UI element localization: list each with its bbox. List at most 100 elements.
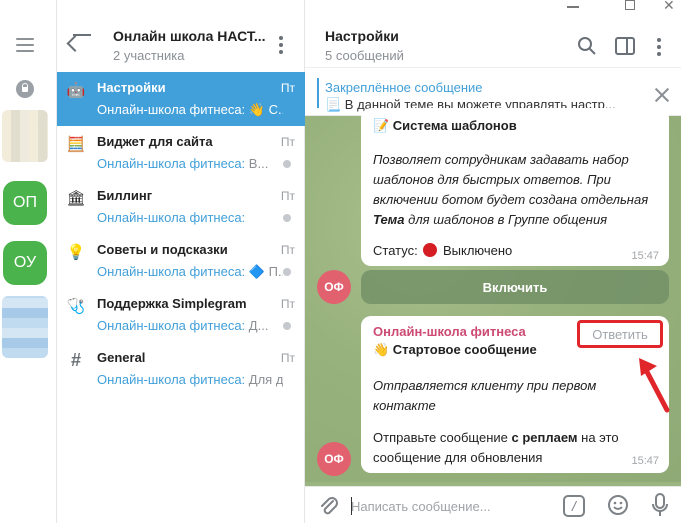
robot-icon: 🤖	[66, 82, 86, 99]
topic-preview: Онлайн-школа фитнеса: 👋 С...	[97, 102, 283, 118]
message-line: включении ботом будет создана отдельная	[373, 192, 649, 207]
hash-icon: #	[70, 349, 81, 370]
attach-icon[interactable]	[319, 495, 339, 517]
status-line: Статус: Выключено	[373, 243, 512, 258]
sidebar-header: Онлайн школа НАСТ... 2 участника	[57, 0, 305, 68]
topic-date: Пт	[280, 297, 295, 311]
message-bubble: Онлайн-школа фитнеса Ответить 👋 Стартово…	[361, 316, 669, 473]
topic-name: Настройки	[97, 80, 166, 95]
folders-rail: ОП ОУ	[0, 0, 57, 523]
message-title: 📝 Система шаблонов	[373, 118, 517, 133]
preview-text: Д...	[248, 318, 269, 333]
preview-sender: Онлайн-школа фитнеса:	[97, 102, 249, 117]
topic-date: Пт	[280, 351, 295, 365]
topic-item[interactable]: 🧮 Виджет для сайта Пт Онлайн-школа фитне…	[57, 126, 305, 180]
topic-item[interactable]: 💡 Советы и подсказки Пт Онлайн-школа фит…	[57, 234, 305, 288]
stethoscope-icon: 🩺	[66, 298, 86, 315]
unread-dot	[283, 214, 291, 222]
topic-date: Пт	[280, 243, 295, 257]
message-composer: /	[305, 486, 681, 523]
emoji-icon[interactable]	[607, 494, 629, 516]
message-time: 15:47	[631, 455, 659, 467]
topic-date: Пт	[280, 135, 295, 149]
group-title[interactable]: Онлайн школа НАСТ...	[113, 28, 266, 44]
back-arrow-icon[interactable]	[73, 34, 91, 36]
chat-more-icon[interactable]	[657, 38, 661, 56]
close-window-icon[interactable]: ✕	[663, 0, 675, 14]
minimize-icon[interactable]	[567, 6, 579, 8]
chat-panel: ✕ Настройки 5 сообщений Закреплённое соо…	[305, 0, 681, 523]
unread-dot	[283, 268, 291, 276]
unread-dot	[283, 160, 291, 168]
avatar[interactable]: ОФ	[317, 442, 351, 476]
window-titlebar: ✕	[305, 0, 681, 14]
topic-preview: Онлайн-школа фитнеса: Д...	[97, 318, 283, 333]
status-label: Статус:	[373, 243, 418, 258]
message-line: контакте	[373, 398, 436, 413]
group-members-count: 2 участника	[113, 48, 185, 63]
pinned-label: Закреплённое сообщение	[325, 80, 483, 95]
message-sender[interactable]: Онлайн-школа фитнеса	[373, 324, 526, 339]
more-icon[interactable]	[279, 36, 283, 54]
message-line: Позволяет сотрудникам задавать набор	[373, 152, 629, 167]
message-line: Тема для шаблонов в Группе общения	[373, 212, 607, 227]
bank-icon: 🏛	[66, 190, 86, 207]
folder-ou[interactable]: ОУ	[3, 241, 47, 285]
chat-subtitle: 5 сообщений	[325, 48, 404, 63]
message-bold: с реплаем	[511, 430, 578, 445]
preview-text: 👋 С...	[248, 102, 283, 117]
topic-name: Поддержка Simplegram	[97, 296, 247, 311]
topic-date: Пт	[280, 81, 295, 95]
preview-sender: Онлайн-школа фитнеса:	[97, 264, 249, 279]
folder-op[interactable]: ОП	[3, 181, 47, 225]
close-pinned-icon[interactable]	[654, 87, 670, 103]
chat-header: Настройки 5 сообщений	[305, 14, 681, 68]
avatar[interactable]: ОФ	[317, 270, 351, 304]
preview-sender: Онлайн-школа фитнеса:	[97, 372, 249, 387]
topic-item[interactable]: # General Пт Онлайн-школа фитнеса: Для д…	[57, 342, 305, 396]
unread-dot	[283, 322, 291, 330]
topics-sidebar: Онлайн школа НАСТ... 2 участника 🤖 Настр…	[57, 0, 305, 523]
topic-name: General	[97, 350, 146, 365]
reply-button[interactable]: Ответить	[577, 320, 663, 348]
message-line: Отправляется клиенту при первом	[373, 378, 597, 393]
topic-preview: Онлайн-школа фитнеса: В...	[97, 156, 283, 171]
preview-text: Для д...	[248, 372, 283, 387]
red-circle-icon	[423, 243, 438, 257]
menu-icon[interactable]	[16, 38, 34, 52]
message-text: на это	[577, 430, 619, 445]
topic-preview: Онлайн-школа фитнеса:	[97, 210, 283, 225]
sidebar-toggle-icon[interactable]	[615, 37, 635, 55]
message-input[interactable]	[351, 495, 551, 517]
message-line: шаблонов для быстрых ответов. При	[373, 172, 611, 187]
pinned-accent	[317, 78, 319, 108]
maximize-icon[interactable]	[625, 0, 635, 10]
abacus-icon: 🧮	[66, 136, 86, 153]
message-text: Отправьте сообщение	[373, 430, 512, 445]
message-text: для шаблонов в Группе общения	[404, 212, 608, 227]
topic-item[interactable]: 🤖 Настройки Пт Онлайн-школа фитнеса: 👋 С…	[57, 72, 305, 126]
topic-item[interactable]: 🏛 Биллинг Пт Онлайн-школа фитнеса:	[57, 180, 305, 234]
topic-name: Виджет для сайта	[97, 134, 213, 149]
search-icon[interactable]	[577, 36, 597, 56]
topic-date: Пт	[280, 189, 295, 203]
topic-preview: Онлайн-школа фитнеса: Для д...	[97, 372, 283, 387]
topic-item[interactable]: 🩺 Поддержка Simplegram Пт Онлайн-школа ф…	[57, 288, 305, 342]
topic-name: Биллинг	[97, 188, 153, 203]
lightbulb-icon: 💡	[66, 244, 86, 261]
blurred-avatar[interactable]	[2, 110, 48, 162]
annotation-arrow-icon	[639, 358, 670, 413]
preview-sender: Онлайн-школа фитнеса:	[97, 210, 246, 225]
microphone-icon[interactable]	[651, 493, 669, 517]
message-time: 15:47	[631, 250, 659, 262]
blurred-avatar[interactable]	[2, 296, 48, 358]
preview-sender: Онлайн-школа фитнеса:	[97, 318, 249, 333]
topic-preview: Онлайн-школа фитнеса: 🔷 П...	[97, 264, 283, 280]
message-line: сообщение для обновления	[373, 450, 543, 465]
preview-sender: Онлайн-школа фитнеса:	[97, 156, 249, 171]
enable-button[interactable]: Включить	[361, 270, 669, 304]
lock-icon[interactable]	[16, 80, 34, 98]
topic-name: Советы и подсказки	[97, 242, 228, 257]
bot-commands-icon[interactable]: /	[563, 495, 585, 517]
chat-title[interactable]: Настройки	[325, 28, 399, 44]
